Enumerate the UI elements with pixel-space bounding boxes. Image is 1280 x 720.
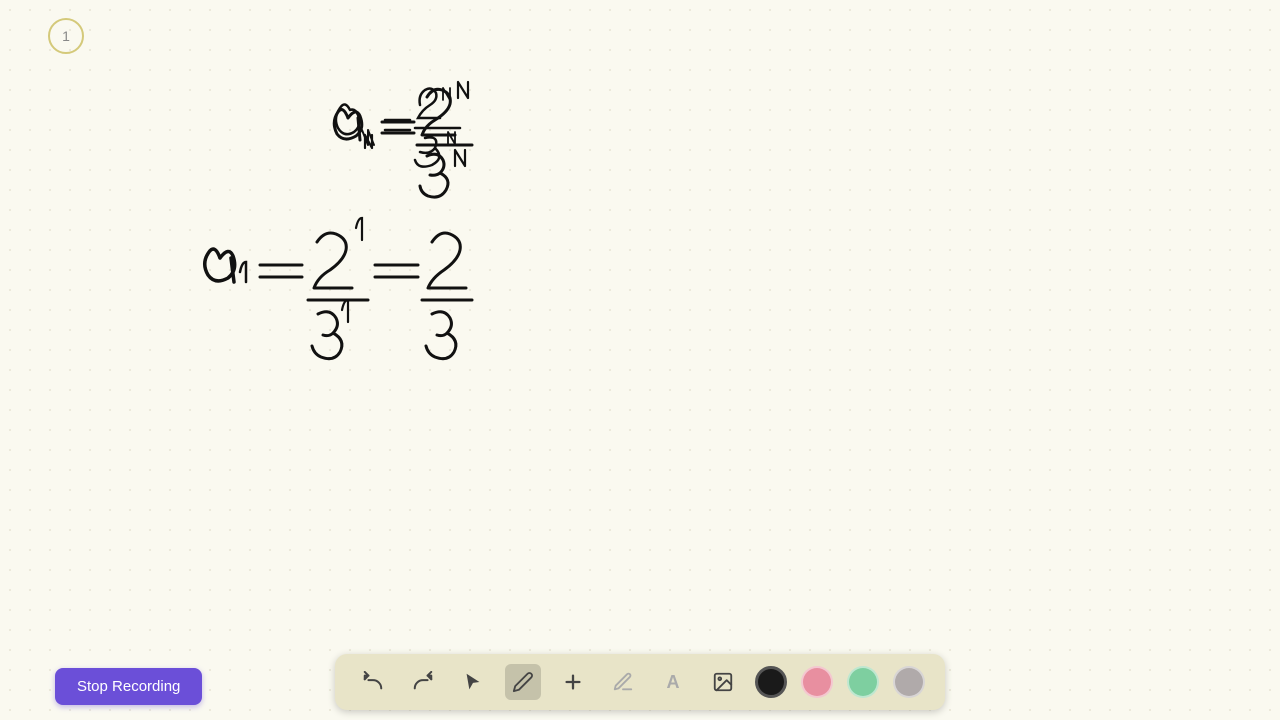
math-handwriting — [0, 0, 1280, 620]
color-gray[interactable] — [893, 666, 925, 698]
text-tool-button[interactable]: A — [655, 664, 691, 700]
highlight-tool-button[interactable] — [605, 664, 641, 700]
text-tool-icon: A — [667, 672, 680, 693]
select-tool-button[interactable] — [455, 664, 491, 700]
drawing-toolbar: A — [335, 654, 945, 710]
whiteboard-canvas: 1 — [0, 0, 1280, 720]
redo-button[interactable] — [405, 664, 441, 700]
add-button[interactable] — [555, 664, 591, 700]
color-pink[interactable] — [801, 666, 833, 698]
stop-recording-button[interactable]: Stop Recording — [55, 668, 202, 705]
color-black[interactable] — [755, 666, 787, 698]
image-tool-button[interactable] — [705, 664, 741, 700]
color-green[interactable] — [847, 666, 879, 698]
pen-tool-button[interactable] — [505, 664, 541, 700]
page-number-text: 1 — [62, 28, 70, 44]
undo-button[interactable] — [355, 664, 391, 700]
page-number-indicator: 1 — [48, 18, 84, 54]
